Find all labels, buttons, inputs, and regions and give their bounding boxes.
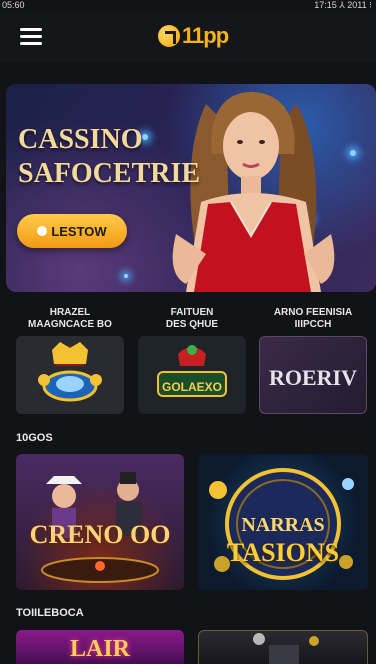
status-bar: 05:60 17:15 ⅄ 2011 ⁝ — [0, 0, 376, 12]
slot-logo-icon — [157, 345, 227, 397]
menu-icon[interactable] — [20, 28, 42, 46]
top-bar: 11pp — [0, 12, 376, 62]
category-card-2-text: GOLAEXO — [161, 380, 222, 394]
logo-icon — [158, 25, 180, 47]
game-card-4-art — [253, 633, 319, 664]
hero-title-line2: SAFOCETRIE — [18, 158, 201, 189]
game-card-1-title: CRENO OO — [29, 520, 171, 549]
game-card-2[interactable]: NARRAS TASIONS — [198, 454, 368, 590]
brand-logo[interactable]: 11pp — [158, 23, 229, 48]
game-card-4[interactable] — [198, 630, 368, 664]
hero-cta-label: LESTOW — [51, 223, 107, 239]
game-card-2-title-line2: TASIONS — [226, 538, 340, 567]
category-card-3[interactable]: ROERIV — [259, 336, 367, 414]
chip-icon — [37, 226, 48, 236]
status-icons: 17:15 ⅄ 2011 ⁝ — [314, 0, 372, 10]
category-label-1: HRAZEL MAAGNCACE BO — [28, 307, 112, 330]
section-title-second: TOIILEBOCA — [16, 607, 84, 619]
sparkle-icon — [124, 274, 128, 278]
category-card-1[interactable] — [16, 336, 124, 414]
section-title-games: 10GOS — [16, 432, 53, 444]
category-card-3-text: ROERIV — [268, 365, 357, 390]
logo-text: 11pp — [182, 23, 229, 48]
hero-title-line1: CASSINO — [18, 124, 143, 155]
category-label-3: ARNO FEENISIA IIIPCCH — [273, 307, 353, 330]
category-card-2[interactable]: GOLAEXO — [138, 336, 246, 414]
game-card-3-title: LAIR — [69, 636, 130, 662]
hero-cta-button[interactable]: LESTOW — [17, 214, 127, 248]
game-card-2-title-line1: NARRAS — [241, 514, 325, 536]
game-card-1[interactable]: CRENO OO — [16, 454, 184, 590]
game-card-3[interactable]: LAIR — [16, 630, 184, 664]
crown-logo-icon — [38, 342, 102, 402]
status-time: 05:60 — [2, 0, 25, 10]
hero-banner[interactable]: CASSINO SAFOCETRIE LESTOW — [6, 84, 376, 292]
category-label-2: FAITUEN DES QHUE — [165, 307, 219, 330]
